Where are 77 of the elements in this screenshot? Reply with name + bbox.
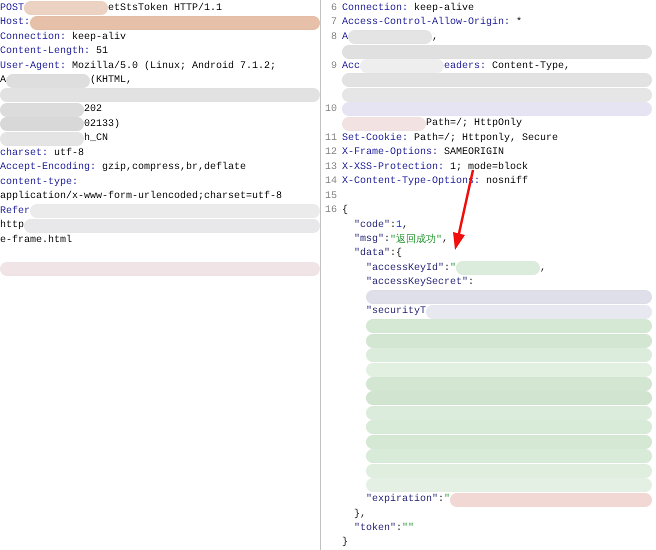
header-name: Accept-Encoding: bbox=[0, 162, 96, 174]
header-value: * bbox=[515, 17, 522, 28]
line-number: 12 bbox=[325, 147, 338, 158]
header-value: 202 bbox=[84, 104, 102, 116]
json-punctuation: : bbox=[384, 234, 390, 245]
header-name: Refer bbox=[0, 206, 30, 217]
header-value: application/x-www-form-urlencoded;charset=utf-8 bbox=[0, 191, 282, 202]
header-value: etStsToken HTTP/1.1 bbox=[108, 2, 222, 14]
line-number: 8 bbox=[330, 32, 337, 43]
header-value: 1; mode=block bbox=[449, 162, 528, 173]
header-name: content-type: bbox=[0, 176, 78, 188]
json-punctuation: : bbox=[444, 262, 450, 274]
json-string: " bbox=[444, 494, 450, 506]
line-number: 11 bbox=[325, 132, 338, 144]
json-key: "expiration" bbox=[366, 494, 438, 506]
header-value: gzip,compress,br,deflate bbox=[101, 162, 246, 174]
header-value: Mozilla/5.0 (Linux; Android 7.1.2; bbox=[71, 60, 276, 72]
json-punctuation: { bbox=[342, 205, 348, 216]
header-name: Set-Cookie: bbox=[342, 132, 408, 144]
header-value: 51 bbox=[95, 46, 108, 58]
json-punctuation: } bbox=[342, 537, 348, 548]
json-number: 1 bbox=[396, 220, 402, 231]
header-value: keep-alive bbox=[413, 2, 474, 14]
line-number: 10 bbox=[325, 104, 338, 115]
header-value: h_CN bbox=[84, 133, 108, 144]
json-punctuation: :{ bbox=[390, 248, 402, 260]
json-key: "accessKeySecret" bbox=[366, 277, 468, 288]
header-value: (KHTML, bbox=[90, 75, 132, 86]
json-key: "msg" bbox=[354, 234, 384, 245]
line-number: 13 bbox=[325, 162, 338, 173]
json-punctuation: , bbox=[540, 262, 546, 274]
line-number: 7 bbox=[330, 17, 337, 28]
json-punctuation: : bbox=[468, 277, 474, 288]
json-punctuation: , bbox=[442, 234, 448, 245]
json-punctuation: : bbox=[396, 523, 402, 534]
json-key: "token" bbox=[354, 523, 396, 534]
line-number: 6 bbox=[330, 2, 337, 14]
json-punctuation: }, bbox=[354, 508, 366, 520]
header-value: 02133) bbox=[84, 118, 120, 130]
header-name: Content-Length: bbox=[0, 46, 90, 58]
json-punctuation: , bbox=[402, 220, 408, 231]
json-key: "securityT bbox=[366, 306, 426, 318]
header-name: eaders: bbox=[444, 60, 486, 72]
header-name: X-XSS-Protection: bbox=[342, 162, 444, 173]
line-number: 16 bbox=[325, 205, 338, 216]
header-value: SAMEORIGIN bbox=[443, 147, 504, 158]
header-value: keep-aliv bbox=[71, 32, 126, 43]
header-value: http bbox=[0, 220, 24, 232]
header-value: A bbox=[0, 75, 6, 86]
line-number: 15 bbox=[325, 190, 338, 202]
header-name: POST bbox=[0, 2, 24, 14]
header-name: Connection: bbox=[0, 32, 66, 43]
header-name: Host: bbox=[0, 17, 30, 28]
header-value: nosniff bbox=[485, 176, 528, 188]
header-name: Acc bbox=[342, 60, 360, 72]
header-name: User-Agent: bbox=[0, 60, 66, 72]
header-value: , bbox=[432, 32, 438, 43]
header-name: Connection: bbox=[342, 2, 408, 14]
header-value: utf-8 bbox=[53, 148, 84, 159]
json-key: "data" bbox=[354, 248, 390, 260]
header-name: charset: bbox=[0, 148, 48, 159]
json-key: "accessKeyId" bbox=[366, 262, 444, 274]
header-value: Content-Type, bbox=[491, 60, 570, 72]
header-value: Path=/; Httponly, Secure bbox=[413, 132, 558, 144]
header-name: Access-Control-Allow-Origin: bbox=[342, 17, 510, 28]
header-name: X-Frame-Options: bbox=[342, 147, 438, 158]
json-punctuation: : bbox=[438, 494, 444, 506]
json-key: "code" bbox=[354, 220, 390, 231]
json-punctuation: : bbox=[390, 220, 396, 231]
json-string: "" bbox=[402, 523, 414, 534]
line-number: 9 bbox=[330, 60, 337, 72]
header-value: e-frame.html bbox=[0, 234, 72, 246]
header-name: A bbox=[342, 32, 348, 43]
line-number: 14 bbox=[325, 176, 338, 188]
header-value: Path=/; HttpOnly bbox=[426, 118, 522, 130]
json-string: " bbox=[450, 262, 456, 274]
json-string: "返回成功" bbox=[390, 232, 442, 246]
